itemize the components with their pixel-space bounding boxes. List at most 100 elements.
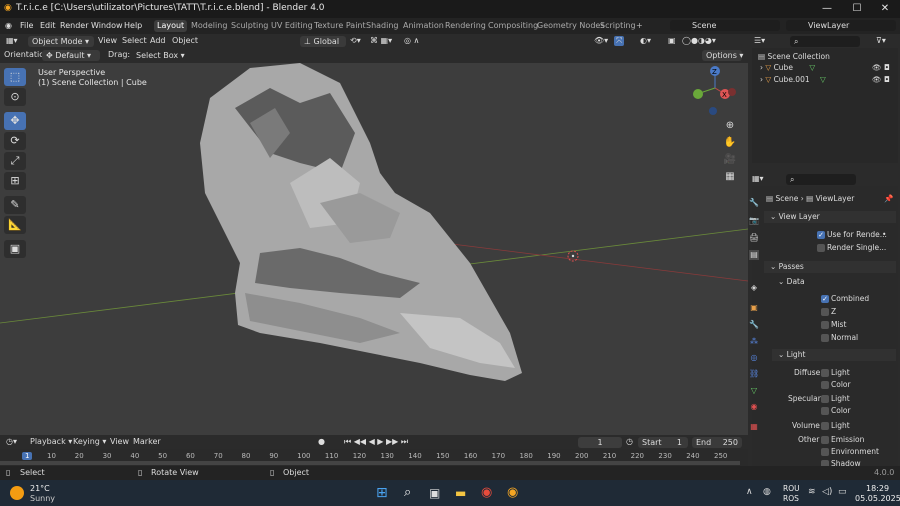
end-frame-field[interactable]: End 250 — [692, 437, 742, 448]
annotate-tool-icon[interactable]: ✎ — [4, 196, 26, 214]
tab-scripting[interactable]: Scripting — [600, 21, 636, 30]
tab-modeling[interactable]: Modeling — [191, 21, 227, 30]
outliner-item-cube001[interactable]: › ▽ Cube.001 ▽ 👁 ◘ — [760, 75, 896, 84]
rotate-tool-icon[interactable]: ⟳ — [4, 132, 26, 150]
output-props-icon[interactable]: 🖨 — [749, 233, 759, 243]
current-frame-field[interactable]: 1 — [578, 437, 622, 448]
zoom-icon[interactable]: ⊕ — [722, 118, 738, 134]
tab-compositing[interactable]: Compositing — [488, 21, 538, 30]
render-single-checkbox[interactable] — [817, 244, 825, 252]
scene-selector[interactable]: Scene — [670, 20, 780, 31]
data-props-icon[interactable]: ▽ — [749, 386, 759, 396]
menu-help[interactable]: Help — [124, 21, 142, 30]
use-for-render-checkbox[interactable]: ✓ — [817, 231, 825, 239]
mode-dropdown[interactable]: Object Mode ▾ — [28, 36, 94, 47]
material-props-icon[interactable]: ◉ — [749, 402, 759, 412]
eye-icon[interactable]: 👁 ◘ — [872, 75, 890, 84]
texture-props-icon[interactable]: ▦ — [749, 422, 759, 432]
menu-edit[interactable]: Edit — [40, 21, 56, 30]
scene-collection-row[interactable]: ▤ Scene Collection — [758, 52, 830, 61]
z-checkbox[interactable] — [821, 308, 829, 316]
overlay-icon[interactable]: ◐▾ — [640, 36, 651, 45]
gizmo-toggle-icon[interactable]: ⤧ — [614, 36, 625, 46]
pin-icon[interactable]: 📌 — [884, 194, 893, 203]
camera-view-icon[interactable]: 🎥 — [722, 152, 738, 168]
cursor-tool-icon[interactable]: ⊙ — [4, 88, 26, 106]
keyboard-layout[interactable]: ROS — [783, 494, 799, 503]
modifier-props-icon[interactable]: 🔧 — [749, 320, 759, 330]
combined-checkbox[interactable]: ✓ — [821, 295, 829, 303]
volume-light-checkbox[interactable] — [821, 422, 829, 430]
viewport-menu-select[interactable]: Select — [122, 36, 147, 45]
shading-modes-icon[interactable]: ◯●◑◕▾ — [682, 36, 716, 45]
menu-file[interactable]: File — [20, 21, 33, 30]
navigation-gizmo[interactable]: Z X — [693, 66, 736, 115]
clock-date[interactable]: 05.05.2025 — [855, 494, 900, 503]
render-props-icon[interactable]: 📷 — [749, 216, 759, 226]
tab-geometry-nodes[interactable]: Geometry Nodes — [537, 21, 604, 30]
tab-uv-editing[interactable]: UV Editing — [271, 21, 313, 30]
move-tool-icon[interactable]: ✥ — [4, 112, 26, 130]
menu-window[interactable]: Window — [91, 21, 123, 30]
wifi-icon[interactable]: ≋ — [808, 487, 816, 497]
scene-props-icon[interactable]: ◈ — [749, 283, 759, 293]
properties-search[interactable]: ⌕ — [786, 174, 856, 185]
keyframe-dot-icon[interactable]: • — [882, 230, 886, 239]
timeline-editor-icon[interactable]: ◷▾ — [6, 437, 17, 446]
specular-color-checkbox[interactable] — [821, 407, 829, 415]
search-icon[interactable]: ⌕ — [404, 485, 411, 500]
start-frame-field[interactable]: Start 1 — [638, 437, 688, 448]
timeline-scrollbar[interactable] — [0, 461, 740, 465]
transform-orientation-dropdown[interactable]: ⊥ Global — [300, 36, 346, 47]
timeline-menu-playback[interactable]: Playback ▾ — [30, 437, 72, 446]
menu-render[interactable]: Render — [60, 21, 88, 30]
orientation-dropdown[interactable]: ✥ Default ▾ — [42, 50, 100, 61]
view-layer-selector[interactable]: ViewLayer — [786, 20, 896, 31]
outliner-item-cube[interactable]: › ▽ Cube ▽ 👁 ◘ — [760, 63, 896, 72]
minimize-button[interactable]: — — [812, 0, 842, 18]
specular-light-checkbox[interactable] — [821, 395, 829, 403]
timeline-menu-keying[interactable]: Keying ▾ — [73, 437, 106, 446]
add-workspace-icon[interactable]: + — [636, 21, 643, 30]
tab-animation[interactable]: Animation — [403, 21, 444, 30]
mist-checkbox[interactable] — [821, 321, 829, 329]
data-subpanel-header[interactable]: ⌄ Data — [778, 277, 805, 286]
physics-props-icon[interactable]: ◎ — [749, 353, 759, 363]
maximize-button[interactable]: ☐ — [842, 0, 872, 18]
tool-props-icon[interactable]: 🔧 — [749, 198, 759, 208]
outliner-search[interactable]: ⌕ — [790, 36, 860, 47]
viewport-menu-object[interactable]: Object — [172, 36, 198, 45]
tab-rendering[interactable]: Rendering — [445, 21, 486, 30]
options-dropdown[interactable]: Options ▾ — [702, 50, 743, 61]
tray-chevron-icon[interactable]: ∧ — [746, 487, 753, 497]
eye-icon[interactable]: 👁 ◘ — [872, 63, 890, 72]
proportional-edit-icon[interactable]: ◎ ∧ — [404, 36, 419, 45]
normal-checkbox[interactable] — [821, 334, 829, 342]
sun-weather-icon[interactable] — [10, 486, 24, 500]
constraints-props-icon[interactable]: ⛓ — [749, 369, 759, 379]
passes-panel-header[interactable]: ⌄ Passes — [764, 261, 896, 273]
tab-sculpting[interactable]: Sculpting — [231, 21, 268, 30]
language-code[interactable]: ROU — [783, 484, 800, 493]
view-layer-props-icon[interactable]: ▤ — [749, 250, 759, 260]
light-subpanel-header[interactable]: ⌄ Light — [772, 349, 896, 361]
environment-checkbox[interactable] — [821, 448, 829, 456]
visibility-icon[interactable]: 👁▾ — [594, 36, 608, 45]
close-button[interactable]: ✕ — [870, 0, 900, 18]
clock-time[interactable]: 18:29 — [866, 484, 889, 493]
windows-start-icon[interactable]: ⊞ — [376, 485, 388, 501]
diffuse-color-checkbox[interactable] — [821, 381, 829, 389]
select-box-tool-icon[interactable]: ⬚ — [4, 68, 26, 86]
viewport-menu-add[interactable]: Add — [150, 36, 166, 45]
measure-tool-icon[interactable]: 📐 — [4, 216, 26, 234]
tray-app-icon[interactable]: ◍ — [763, 487, 771, 497]
particles-props-icon[interactable]: ⁂ — [749, 337, 759, 347]
editor-type-icon[interactable]: ▦▾ — [6, 36, 18, 45]
transform-tool-icon[interactable]: ⊞ — [4, 172, 26, 190]
emission-checkbox[interactable] — [821, 436, 829, 444]
clock-icon[interactable]: ◷ — [626, 437, 633, 446]
tab-shading[interactable]: Shading — [366, 21, 399, 30]
chrome-icon[interactable]: ◉ — [481, 485, 492, 500]
scale-tool-icon[interactable]: ⤢ — [4, 152, 26, 170]
file-explorer-icon[interactable]: ▬ — [455, 486, 466, 500]
